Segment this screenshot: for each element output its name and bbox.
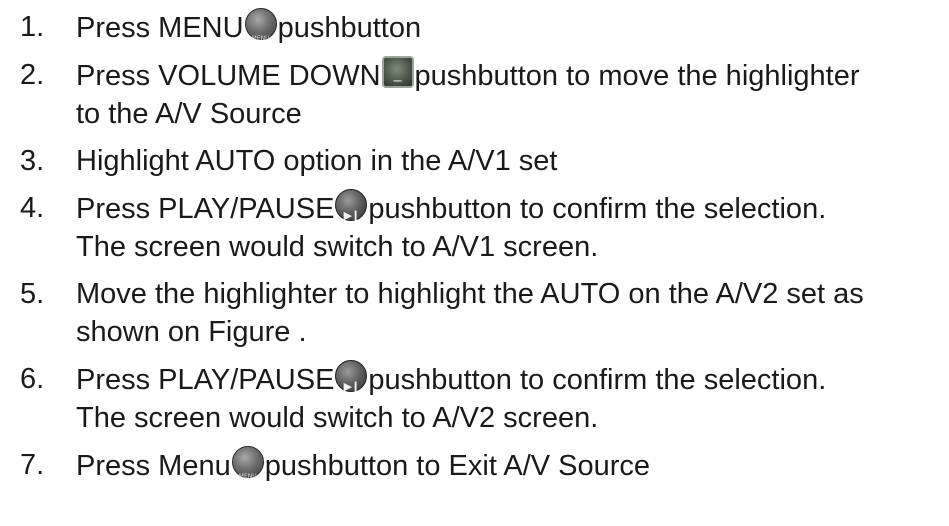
menu-button-icon	[244, 8, 277, 58]
step-text: pushbutton to confirm the selection.	[368, 193, 827, 225]
step-number: 6.	[20, 363, 45, 395]
play-pause-button-icon	[335, 189, 368, 235]
step-number: 7.	[20, 449, 45, 481]
step-text: pushbutton to confirm the selection.	[368, 364, 827, 396]
step-text: pushbutton to Exit A/V Source	[264, 450, 651, 482]
menu-button-icon	[231, 446, 264, 496]
step-text: Highlight AUTO option in the A/V1 set	[76, 145, 558, 177]
step-text: pushbutton to move the highlighter	[414, 60, 860, 92]
step-continuation: shown on Figure .	[76, 316, 307, 348]
step-3: 3. Highlight AUTO option in the A/V1 set	[0, 142, 949, 180]
step-continuation: The screen would switch to A/V2 screen.	[76, 402, 599, 434]
step-number: 4.	[20, 192, 45, 224]
step-continuation: The screen would switch to A/V1 screen.	[76, 231, 599, 263]
step-number: 2.	[20, 59, 45, 91]
step-line: Press PLAY/PAUSE pushbutton to confirm th…	[76, 360, 949, 406]
step-line: Press Menu pushbutton to Exit A/V Source	[76, 446, 949, 496]
step-6: 6. Press PLAY/PAUSE pushbutton to confirm…	[0, 360, 949, 437]
step-4: 4. Press PLAY/PAUSE pushbutton to confirm…	[0, 189, 949, 266]
step-7: 7. Press Menu pushbutton to Exit A/V Sour…	[0, 446, 949, 496]
volume-down-button-icon	[381, 56, 414, 101]
step-2: 2. Press VOLUME DOWN pushbutton to move t…	[0, 56, 949, 133]
step-text: pushbutton	[277, 12, 422, 44]
step-line: Press MENU pushbutton	[76, 8, 949, 58]
step-number: 1.	[20, 11, 45, 43]
step-text: Press PLAY/PAUSE	[76, 193, 335, 225]
step-text: Press Menu	[76, 450, 231, 482]
step-text: Press PLAY/PAUSE	[76, 364, 335, 396]
step-line: Press PLAY/PAUSE pushbutton to confirm th…	[76, 189, 949, 235]
step-line: Press VOLUME DOWN pushbutton to move the …	[76, 56, 949, 101]
step-number: 5.	[20, 278, 45, 310]
step-text: Press VOLUME DOWN	[76, 60, 381, 92]
step-1: 1. Press MENU pushbutton	[0, 8, 949, 58]
step-text: Press MENU	[76, 12, 244, 44]
play-pause-button-icon	[335, 360, 368, 406]
step-5: 5. Move the highlighter to highlight the…	[0, 275, 949, 351]
step-number: 3.	[20, 145, 45, 177]
step-continuation: to the A/V Source	[76, 98, 302, 130]
instruction-list: 1. Press MENU pushbutton 2. Press VOLUME …	[0, 8, 949, 496]
step-text: Move the highlighter to highlight the AU…	[76, 278, 864, 310]
